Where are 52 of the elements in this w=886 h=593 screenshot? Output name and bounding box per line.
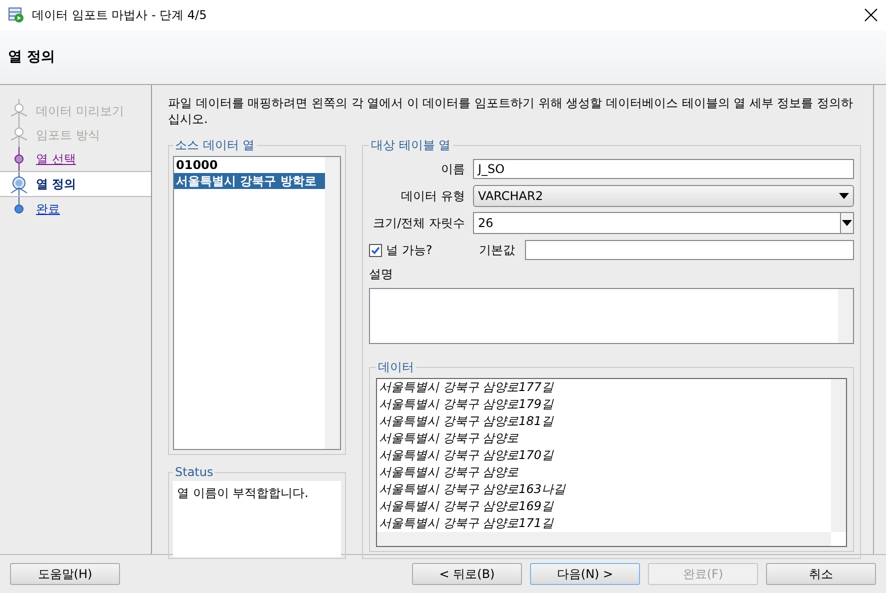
group-label: 대상 테이블 열 xyxy=(370,137,452,154)
data-row-text: 서울특별시 강북구 삼양로177길 xyxy=(379,379,555,396)
wizard-button[interactable]: 도움말(H) xyxy=(10,563,120,585)
page-heading: 열 정의 xyxy=(8,48,55,66)
group-label: 데이터 xyxy=(377,359,415,376)
scrollbar[interactable] xyxy=(377,532,831,546)
checkbox-label: 널 가능? xyxy=(386,242,432,258)
source-column-list[interactable]: 01000 서울특별시 강북구 방학로 xyxy=(173,156,341,450)
step-icon xyxy=(8,99,30,123)
caret-icon xyxy=(842,220,852,226)
table-play-icon xyxy=(8,7,24,23)
default-value-field[interactable] xyxy=(525,240,854,260)
field-label: 크기/전체 자릿수 xyxy=(372,214,465,232)
step-link[interactable]: 열 선택 xyxy=(36,150,76,168)
caret-icon xyxy=(839,193,849,199)
description-field[interactable] xyxy=(369,288,854,344)
data-row-text: 서울특별시 강북구 삼양로 xyxy=(379,464,520,481)
data-row-text: 서울특별시 강북구 삼양로171길 xyxy=(379,515,555,532)
group-label: Status xyxy=(174,465,214,479)
list-item[interactable]: 서울특별시 강북구 방학로 xyxy=(174,173,325,189)
step-icon xyxy=(8,172,30,196)
scrollbar[interactable] xyxy=(831,379,846,532)
data-row-text: 서울특별시 강북구 삼양로181길 xyxy=(379,413,555,430)
field-label: 이름 xyxy=(440,160,465,178)
name-field[interactable]: J_SO xyxy=(473,159,854,179)
window-title: 데이터 임포트 마법사 - 단계 4/5 xyxy=(32,6,208,24)
data-type-dropdown[interactable]: VARCHAR2 xyxy=(473,185,854,207)
list-item[interactable]: 01000 xyxy=(174,157,325,173)
step-label: 열 정의 xyxy=(36,176,76,192)
step-link[interactable]: 완료 xyxy=(36,200,60,218)
status-message: 열 이름이 부적합합니다. xyxy=(173,481,341,557)
field-label: 데이터 유형 xyxy=(400,188,465,204)
step-label: 데이터 미리보기 xyxy=(36,102,124,120)
step-label: 임포트 방식 xyxy=(36,126,100,144)
size-combo-field[interactable]: 26 xyxy=(473,212,854,234)
wizard-button[interactable]: < 뒤로(B) xyxy=(412,563,522,585)
step-icon xyxy=(8,123,30,147)
close-icon[interactable] xyxy=(864,8,878,22)
scrollbar[interactable] xyxy=(838,289,853,343)
group-label: 소스 데이터 열 xyxy=(174,137,256,154)
data-row-text: 서울특별시 강북구 삼양로 xyxy=(379,430,520,447)
data-row-text: 서울특별시 강북구 삼양로170길 xyxy=(379,447,555,464)
nullable-checkbox[interactable] xyxy=(369,244,382,256)
data-row-text: 서울특별시 강북구 삼양로163나길 xyxy=(379,481,567,498)
scrollbar[interactable] xyxy=(325,157,340,449)
field-label: 기본값 xyxy=(479,242,515,258)
field-label: 설명 xyxy=(369,266,394,283)
wizard-button[interactable]: 취소 xyxy=(766,563,876,585)
data-row-text: 서울특별시 강북구 삼양로179길 xyxy=(379,396,555,413)
data-row-text: 서울특별시 강북구 삼양로169길 xyxy=(379,498,555,515)
instruction-text: 파일 데이터를 매핑하려면 왼쪽의 각 열에서 이 데이터를 임포트하기 위해 생성할 데이터베이스 테이블의 열 세부 정보를 정의하십시오. xyxy=(168,95,854,127)
wizard-button[interactable]: 다음(N) > xyxy=(530,563,640,585)
